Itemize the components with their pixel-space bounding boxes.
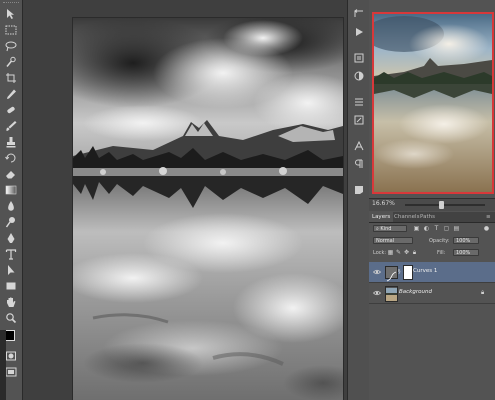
filter-toggle-icon[interactable]: ●	[483, 225, 490, 232]
lasso-tool-icon[interactable]	[4, 40, 18, 52]
path-select-tool-icon[interactable]	[4, 264, 18, 276]
blend-row: Normal Opacity: 100%	[369, 236, 495, 246]
document-canvas[interactable]	[73, 18, 343, 400]
filter-smart-object-icon[interactable]: ▤	[453, 225, 460, 232]
opacity-field[interactable]: 100%	[453, 237, 479, 244]
canvas-workspace[interactable]	[23, 0, 347, 400]
curves-adjustment-icon	[385, 266, 398, 282]
filter-shape-icon[interactable]: ▢	[443, 225, 450, 232]
shape-tool-icon[interactable]	[4, 280, 18, 292]
healing-brush-tool-icon[interactable]	[4, 104, 18, 116]
adjustments-panel-icon[interactable]	[353, 70, 365, 82]
lock-icon: 🔒︎	[481, 289, 485, 296]
gradient-tool-icon[interactable]	[4, 184, 18, 196]
fill-field[interactable]: 100%	[453, 249, 479, 256]
brush-panel-icon[interactable]	[353, 114, 365, 126]
panel-menu-icon[interactable]: ≡	[483, 212, 494, 222]
move-tool-icon[interactable]	[4, 8, 18, 20]
lock-transparent-icon[interactable]: ▦	[387, 249, 394, 256]
layers-panel-tabs: Layers Channels Paths ≡	[369, 212, 495, 223]
zoom-value[interactable]: 16.67%	[372, 200, 395, 207]
filter-adjustment-icon[interactable]: ◐	[423, 225, 430, 232]
crop-tool-icon[interactable]	[4, 72, 18, 84]
black-and-white-lake-photo	[73, 18, 343, 400]
actions-panel-icon[interactable]	[353, 26, 365, 38]
styles-panel-icon[interactable]	[353, 96, 365, 108]
navigator-zoom-bar: 16.67%	[369, 198, 495, 211]
eraser-tool-icon[interactable]	[4, 168, 18, 180]
hand-tool-icon[interactable]	[4, 296, 18, 308]
zoom-slider[interactable]	[405, 201, 485, 209]
filter-kind-select[interactable]: ⌕ Kind	[373, 225, 407, 232]
marquee-tool-icon[interactable]	[4, 24, 18, 36]
layer-name[interactable]: Background	[399, 289, 432, 295]
color-lake-thumbnail	[374, 14, 492, 192]
character-panel-icon[interactable]	[353, 140, 365, 152]
history-panel-icon[interactable]	[353, 8, 365, 20]
tab-paths[interactable]: Paths	[417, 212, 438, 222]
blur-tool-icon[interactable]	[4, 200, 18, 212]
eyedropper-tool-icon[interactable]	[4, 88, 18, 100]
quick-select-tool-icon[interactable]	[4, 56, 18, 68]
layer-filter-row: ⌕ Kind ▣ ◐ T ▢ ▤ ●	[369, 224, 495, 234]
layer-mask-thumbnail[interactable]	[403, 265, 413, 280]
navigator-preview[interactable]	[372, 12, 494, 194]
dodge-tool-icon[interactable]	[4, 216, 18, 228]
left-edge-shadow	[0, 330, 6, 400]
visibility-eye-icon[interactable]	[373, 289, 381, 297]
brush-tool-icon[interactable]	[4, 120, 18, 132]
quick-mask-icon[interactable]	[4, 350, 18, 362]
lock-all-icon[interactable]: 🔒︎	[411, 249, 418, 256]
tools-panel-grip[interactable]	[3, 2, 19, 6]
filter-kind-label: Kind	[380, 226, 392, 232]
panel-dock-strip	[347, 0, 371, 400]
filter-type-icon[interactable]: T	[433, 225, 440, 232]
lock-row: Lock: ▦ ✎ ✥ 🔒︎ Fill: 100%	[369, 248, 495, 258]
right-panels: 16.67% Layers Channels Paths ≡ ⌕ Kind ▣ …	[369, 0, 495, 400]
link-icon[interactable]: §	[398, 269, 402, 275]
pen-tool-icon[interactable]	[4, 232, 18, 244]
visibility-eye-icon[interactable]	[373, 268, 381, 276]
lock-label: Lock:	[373, 250, 387, 256]
opacity-label: Opacity:	[429, 238, 450, 244]
paragraph-panel-icon[interactable]	[353, 158, 365, 170]
properties-panel-icon[interactable]	[353, 52, 365, 64]
blend-mode-select[interactable]: Normal	[373, 237, 413, 244]
clone-stamp-tool-icon[interactable]	[4, 136, 18, 148]
layer-row-curves[interactable]: § Curves 1	[369, 262, 495, 283]
tab-layers[interactable]: Layers	[369, 212, 394, 222]
type-tool-icon[interactable]	[4, 248, 18, 260]
zoom-slider-knob[interactable]	[439, 201, 444, 209]
notes-panel-icon[interactable]	[353, 184, 365, 196]
search-icon: ⌕	[376, 226, 379, 232]
filter-pixel-icon[interactable]: ▣	[413, 225, 420, 232]
lock-position-icon[interactable]: ✥	[403, 249, 410, 256]
history-brush-tool-icon[interactable]	[4, 152, 18, 164]
screen-mode-icon[interactable]	[4, 366, 18, 378]
fill-label: Fill:	[437, 250, 446, 256]
background-layer-thumbnail	[385, 286, 398, 302]
lock-image-icon[interactable]: ✎	[395, 249, 402, 256]
layer-name[interactable]: Curves 1	[413, 268, 437, 274]
zoom-tool-icon[interactable]	[4, 312, 18, 324]
layer-row-background[interactable]: Background 🔒︎	[369, 283, 495, 304]
